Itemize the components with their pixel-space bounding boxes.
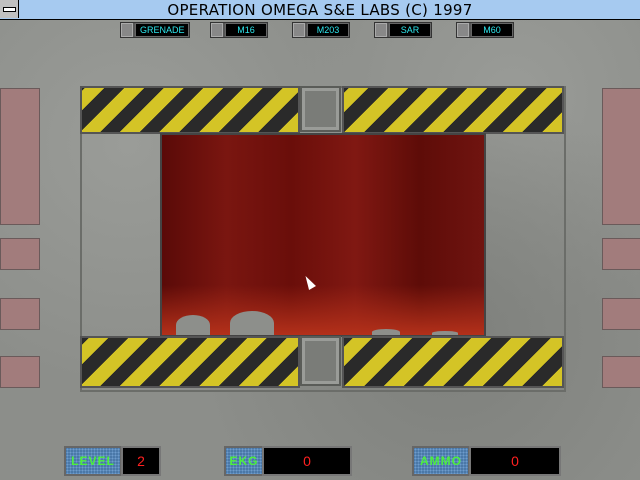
hazard-stripe-bottom-left xyxy=(80,336,300,388)
weapon-button-grenade[interactable]: GRENADE xyxy=(120,22,190,38)
weapon-indicator xyxy=(121,23,133,37)
weapon-button-m60[interactable]: M60 xyxy=(456,22,514,38)
weapon-indicator xyxy=(375,23,387,37)
rubble xyxy=(372,329,400,335)
window-title: OPERATION OMEGA S&E LABS (C) 1997 xyxy=(167,1,473,19)
weapon-button-sar[interactable]: SAR xyxy=(374,22,432,38)
ekg-label: EKG xyxy=(224,446,264,476)
rubble xyxy=(176,315,210,335)
fire-glow xyxy=(162,285,484,335)
ammo-value: 0 xyxy=(469,446,561,476)
weapon-indicator xyxy=(211,23,223,37)
rubble xyxy=(230,311,274,335)
left-wall-panel xyxy=(0,88,40,225)
right-wall-panel xyxy=(602,88,640,225)
weapon-button-m203[interactable]: M203 xyxy=(292,22,350,38)
left-wall-panel xyxy=(0,356,40,388)
hazard-stripe-top-left xyxy=(80,86,300,134)
weapon-indicator xyxy=(293,23,305,37)
right-wall-panel xyxy=(602,356,640,388)
rubble xyxy=(432,331,458,335)
title-bar: OPERATION OMEGA S&E LABS (C) 1997 xyxy=(0,0,640,20)
game-window: OPERATION OMEGA S&E LABS (C) 1997 GRENAD… xyxy=(0,0,640,480)
weapon-indicator xyxy=(457,23,469,37)
game-viewport[interactable] xyxy=(160,133,486,337)
weapon-button-m16[interactable]: M16 xyxy=(210,22,268,38)
ammo-label: AMMO xyxy=(412,446,470,476)
left-wall-panel xyxy=(0,298,40,330)
right-wall-panel xyxy=(602,298,640,330)
left-wall-panel xyxy=(0,238,40,270)
hazard-stripe-bottom-right xyxy=(342,336,564,388)
level-label: LEVEL xyxy=(64,446,122,476)
top-center-plate xyxy=(300,86,341,132)
level-value: 2 xyxy=(121,446,161,476)
hazard-stripe-top-right xyxy=(342,86,564,134)
bottom-center-plate xyxy=(300,336,341,386)
right-wall-panel xyxy=(602,238,640,270)
ekg-value: 0 xyxy=(262,446,352,476)
